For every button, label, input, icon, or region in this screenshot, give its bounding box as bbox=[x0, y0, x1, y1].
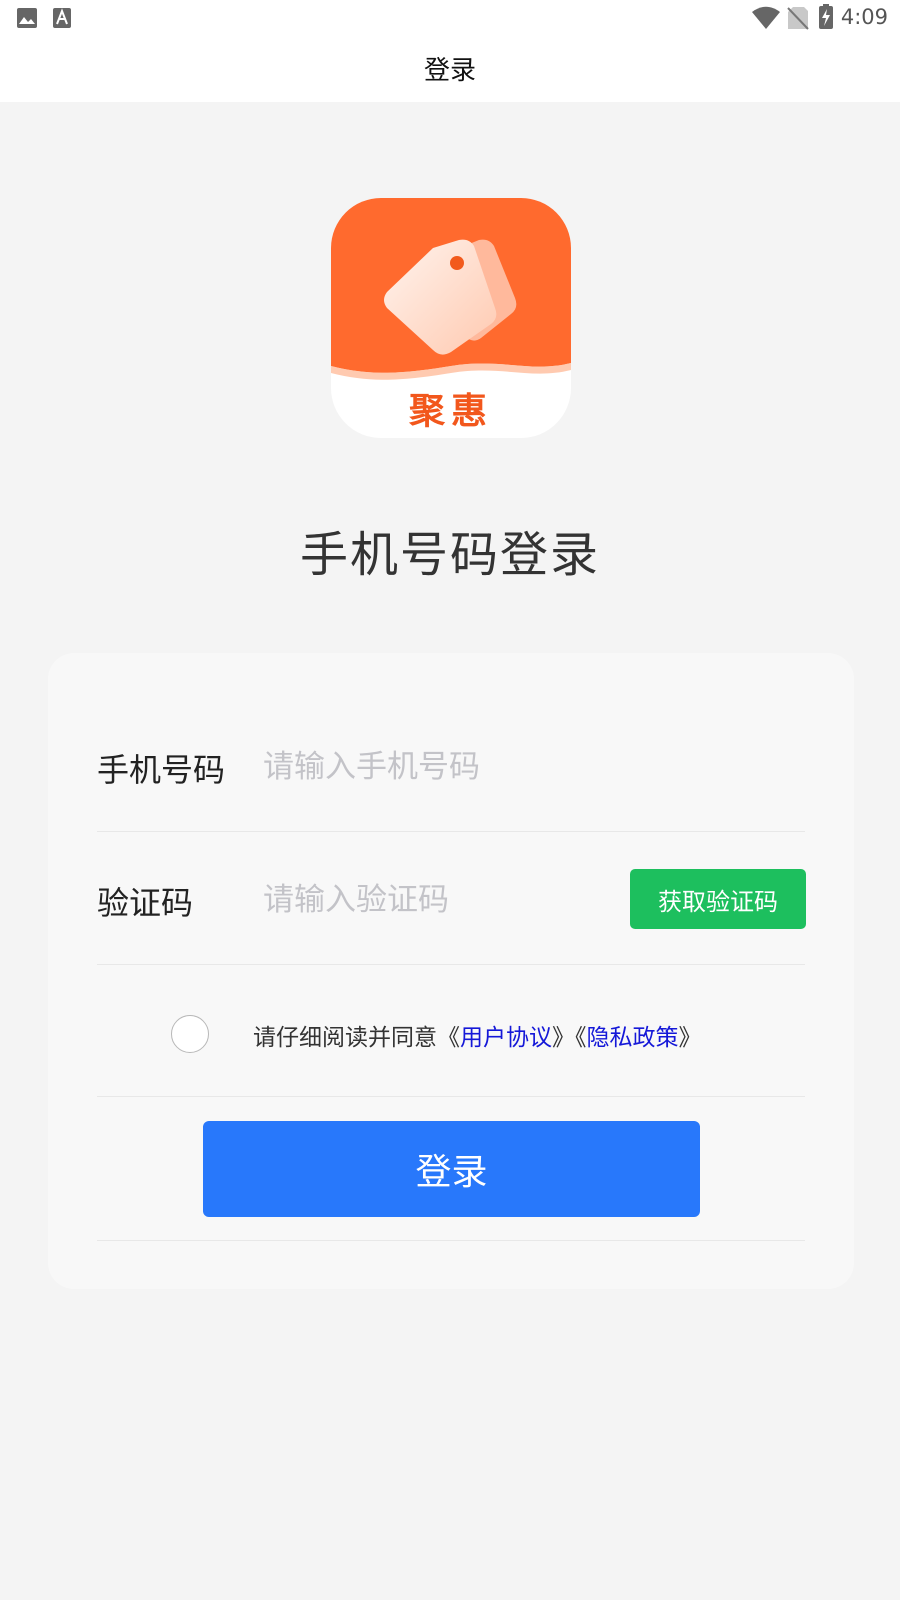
page-title: 登录 bbox=[423, 56, 476, 86]
image-icon bbox=[17, 8, 37, 28]
privacy-policy-link[interactable]: 隐私政策 bbox=[587, 1025, 679, 1051]
divider bbox=[97, 1096, 805, 1097]
get-code-button[interactable]: 获取验证码 bbox=[630, 869, 806, 929]
battery-charging-icon bbox=[819, 4, 833, 29]
header: 登录 bbox=[0, 36, 900, 102]
code-label: 验证码 bbox=[97, 884, 194, 922]
status-time: 4:09 bbox=[840, 5, 888, 29]
agreement-suffix: 》 bbox=[678, 1025, 702, 1051]
agreement-row: 请仔细阅读并同意《用户协议》《隐私政策》 bbox=[48, 1010, 854, 1060]
agreement-middle: 》《 bbox=[552, 1025, 587, 1051]
phone-input[interactable] bbox=[263, 742, 763, 792]
app-logo: 聚惠 bbox=[331, 198, 571, 438]
wifi-icon bbox=[752, 6, 780, 29]
agreement-text: 请仔细阅读并同意《用户协议》《隐私政策》 bbox=[253, 1018, 702, 1052]
divider bbox=[97, 964, 805, 965]
login-form: 手机号码 验证码 获取验证码 请仔细阅读并同意《用户协议》《隐私政策》 登录 bbox=[48, 653, 854, 1289]
no-sim-icon bbox=[787, 7, 809, 30]
user-agreement-link[interactable]: 用户协议 bbox=[460, 1025, 552, 1051]
status-bar: 4:09 bbox=[0, 0, 900, 36]
agreement-prefix: 请仔细阅读并同意《 bbox=[253, 1025, 460, 1051]
login-button[interactable]: 登录 bbox=[203, 1121, 700, 1217]
logo-brand-text: 聚惠 bbox=[408, 391, 493, 432]
phone-label: 手机号码 bbox=[97, 751, 226, 789]
agreement-checkbox[interactable] bbox=[171, 1015, 209, 1053]
code-input[interactable] bbox=[263, 875, 613, 925]
font-icon bbox=[53, 8, 71, 28]
divider bbox=[97, 831, 805, 832]
divider bbox=[97, 1240, 805, 1241]
login-heading: 手机号码登录 bbox=[299, 527, 600, 583]
